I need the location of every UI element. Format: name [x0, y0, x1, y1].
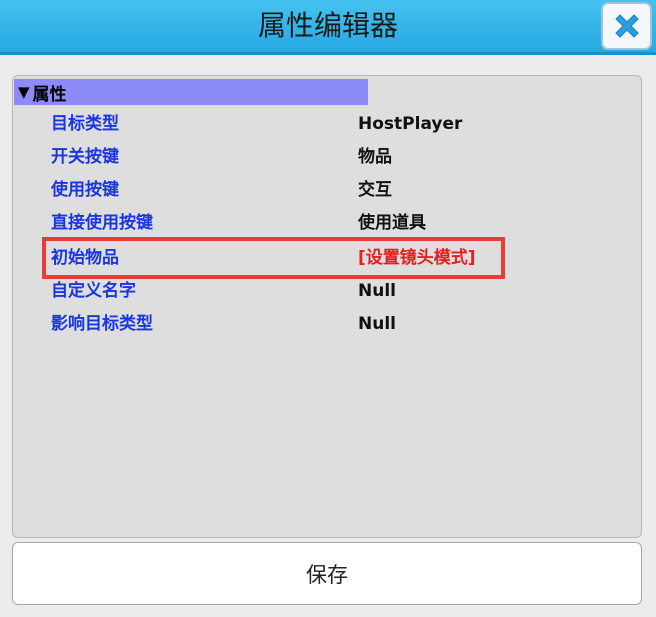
save-button[interactable]: 保存: [12, 542, 642, 605]
highlight-box: [42, 237, 505, 279]
property-value[interactable]: Null: [358, 275, 396, 307]
property-value[interactable]: HostPlayer: [358, 108, 462, 140]
expand-arrow-icon: ▼: [18, 83, 30, 101]
window-title: 属性编辑器: [257, 9, 398, 42]
property-name: 直接使用按键: [51, 213, 153, 233]
property-name: 目标类型: [51, 114, 119, 134]
property-panel: ▼ 属性 目标类型 HostPlayer 开关按键 物品 使用按键 交互 直接使…: [12, 75, 642, 538]
property-name: 开关按键: [51, 147, 119, 167]
property-editor-window: 属性编辑器 ▼ 属性 目标类型 HostPlayer 开关按键 物品 使用按键 …: [0, 0, 656, 617]
property-value[interactable]: 使用道具: [358, 207, 426, 239]
property-row[interactable]: 开关按键 物品: [13, 141, 641, 173]
property-name: 影响目标类型: [51, 314, 153, 334]
close-button[interactable]: [601, 2, 652, 50]
property-value[interactable]: 物品: [358, 141, 392, 173]
property-row[interactable]: 影响目标类型 Null: [13, 308, 641, 340]
property-row[interactable]: 直接使用按键 使用道具: [13, 207, 641, 239]
property-name: 自定义名字: [51, 281, 136, 301]
section-header-properties[interactable]: ▼ 属性: [14, 79, 368, 105]
close-x-icon: [614, 14, 639, 38]
property-row[interactable]: 使用按键 交互: [13, 174, 641, 206]
section-label: 属性: [32, 84, 67, 105]
property-name: 使用按键: [51, 180, 119, 200]
property-row[interactable]: 自定义名字 Null: [13, 275, 641, 307]
property-value[interactable]: 交互: [358, 174, 392, 206]
property-row[interactable]: 目标类型 HostPlayer: [13, 108, 641, 140]
title-bar: 属性编辑器: [0, 0, 656, 55]
property-value[interactable]: Null: [358, 308, 396, 340]
